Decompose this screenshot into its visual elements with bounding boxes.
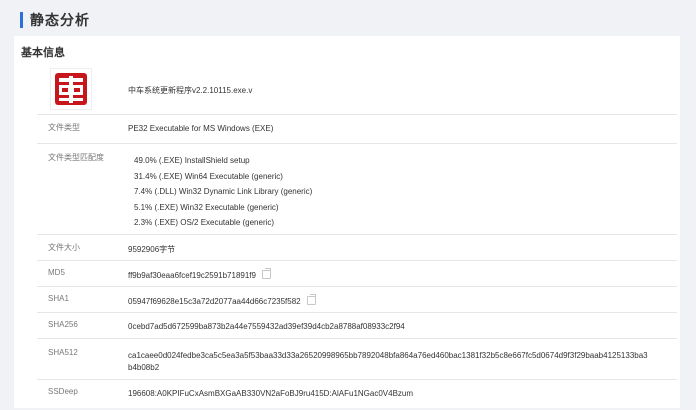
md5-label: MD5 (48, 268, 65, 277)
sha1-value: 05947f69628e15c3a72d2077aa44d66c7235f582 (128, 297, 301, 306)
sha512-row: SHA512 ca1caee0d024fedbe3ca5c5ea3a5f53ba… (37, 339, 677, 380)
section-title: 静态分析 (30, 12, 90, 28)
crrc-logo-icon (50, 68, 92, 110)
copy-icon[interactable] (306, 294, 316, 305)
ssdeep-value: 196608:A0KPIFuCxAsmBXGaAB330VN2aFoBJ9ru4… (128, 389, 414, 398)
file-logo-row: 中车系统更新程序v2.2.10115.exe.v (37, 64, 677, 115)
sha256-row: SHA256 0cebd7ad5d672599ba873b2a44e755943… (37, 313, 677, 339)
file-name: 中车系统更新程序v2.2.10115.exe.v (128, 86, 253, 95)
md5-row: MD5 ff9b9af30eaa6fcef19c2591b71891f9 (37, 261, 677, 287)
list-item: 31.4% (.EXE) Win64 Executable (generic) (134, 171, 283, 181)
sha256-value: 0cebd7ad5d672599ba873b2a44e7559432ad39ef… (128, 322, 405, 331)
file-type-match-row: 文件类型匹配度 49.0% (.EXE) InstallShield setup… (37, 144, 677, 235)
list-item: 7.4% (.DLL) Win32 Dynamic Link Library (… (134, 187, 313, 196)
sha1-row: SHA1 05947f69628e15c3a72d2077aa44d66c723… (37, 287, 677, 313)
ssdeep-label: SSDeep (48, 387, 78, 396)
copy-icon[interactable] (261, 268, 271, 279)
file-type-label: 文件类型 (48, 123, 80, 132)
sha512-value: ca1caee0d024fedbe3ca5c5ea3a5f53baa33d33a… (128, 351, 648, 372)
file-type-value: PE32 Executable for MS Windows (EXE) (128, 124, 274, 133)
file-size-value: 9592906字节 (128, 245, 176, 254)
sha1-label: SHA1 (48, 294, 69, 303)
info-table: 中车系统更新程序v2.2.10115.exe.v 文件类型 PE32 Execu… (37, 64, 677, 406)
sha1-value-wrap: 05947f69628e15c3a72d2077aa44d66c7235f582 (128, 294, 316, 306)
ssdeep-row: SSDeep 196608:A0KPIFuCxAsmBXGaAB330VN2aF… (37, 380, 677, 406)
basic-info-card: 基本信息 中车系统更新程序v2.2.10115.exe.v 文件类型 PE32 … (14, 36, 680, 408)
list-item: 49.0% (.EXE) InstallShield setup (134, 156, 250, 165)
file-size-label: 文件大小 (48, 243, 80, 252)
md5-value-wrap: ff9b9af30eaa6fcef19c2591b71891f9 (128, 268, 271, 280)
file-type-match-label: 文件类型匹配度 (48, 153, 104, 162)
file-type-match-list: 49.0% (.EXE) InstallShield setup 31.4% (… (134, 156, 312, 234)
page: 静态分析 基本信息 中车系统更新程序v2.2.10115.exe.v 文件类型 … (0, 0, 696, 410)
sha512-label: SHA512 (48, 348, 78, 357)
section-header: 静态分析 (20, 10, 90, 30)
list-item: 5.1% (.EXE) Win32 Executable (generic) (134, 202, 279, 212)
card-title: 基本信息 (21, 47, 65, 59)
file-type-row: 文件类型 PE32 Executable for MS Windows (EXE… (37, 115, 677, 144)
section-accent-bar (20, 12, 23, 28)
file-size-row: 文件大小 9592906字节 (37, 235, 677, 261)
md5-value: ff9b9af30eaa6fcef19c2591b71891f9 (128, 271, 256, 280)
list-item: 2.3% (.EXE) OS/2 Executable (generic) (134, 218, 275, 227)
sha256-label: SHA256 (48, 320, 78, 329)
